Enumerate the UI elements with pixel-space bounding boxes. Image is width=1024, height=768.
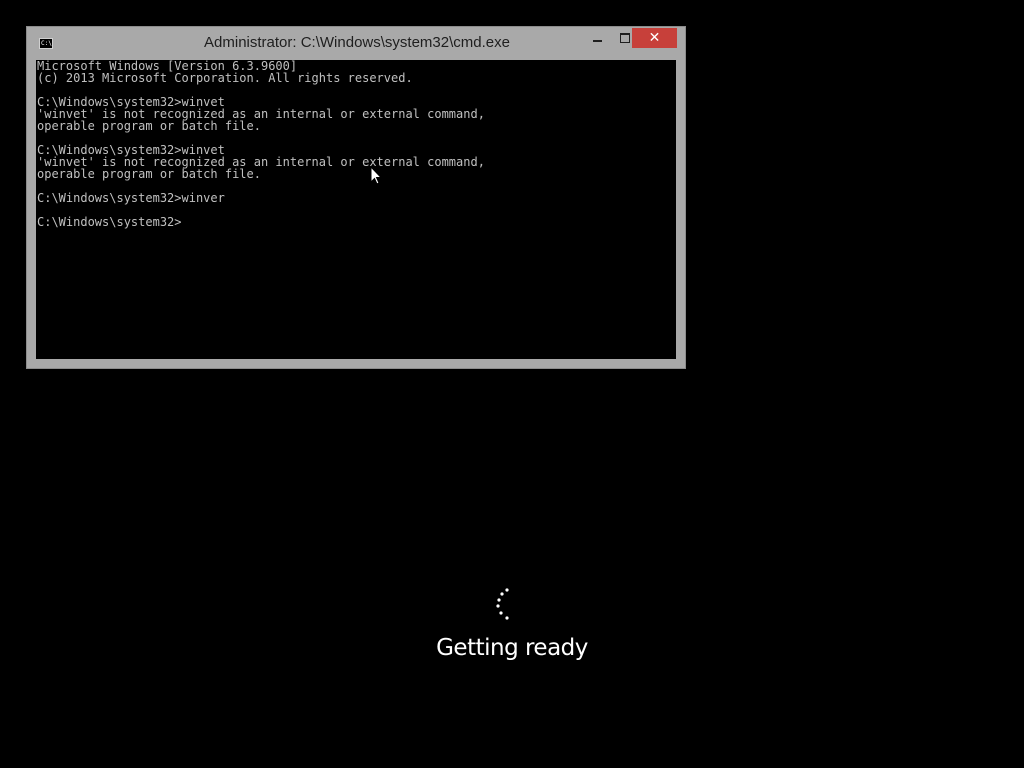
minimize-icon	[592, 40, 602, 42]
maximize-icon	[620, 33, 630, 43]
console-line: C:\Windows\system32>winver	[37, 191, 225, 205]
loading-spinner-icon	[496, 588, 509, 620]
title-bar[interactable]: C:\ Administrator: C:\Windows\system32\c…	[27, 27, 685, 60]
mouse-pointer-icon	[370, 166, 382, 185]
close-button[interactable]: ✕	[632, 28, 677, 48]
console-output[interactable]: Microsoft Windows [Version 6.3.9600] (c) …	[36, 60, 676, 359]
console-line: C:\Windows\system32>	[37, 215, 182, 229]
console-line: (c) 2013 Microsoft Corporation. All righ…	[37, 71, 413, 85]
console-text: Microsoft Windows [Version 6.3.9600] (c) …	[36, 60, 485, 228]
console-line: operable program or batch file.	[37, 119, 261, 133]
minimize-button[interactable]	[583, 28, 611, 48]
status-text: Getting ready	[436, 635, 588, 661]
close-icon: ✕	[648, 30, 661, 46]
cmd-window[interactable]: C:\ Administrator: C:\Windows\system32\c…	[26, 26, 686, 369]
console-line: operable program or batch file.	[37, 167, 261, 181]
desktop-screen: C:\ Administrator: C:\Windows\system32\c…	[0, 0, 1024, 768]
